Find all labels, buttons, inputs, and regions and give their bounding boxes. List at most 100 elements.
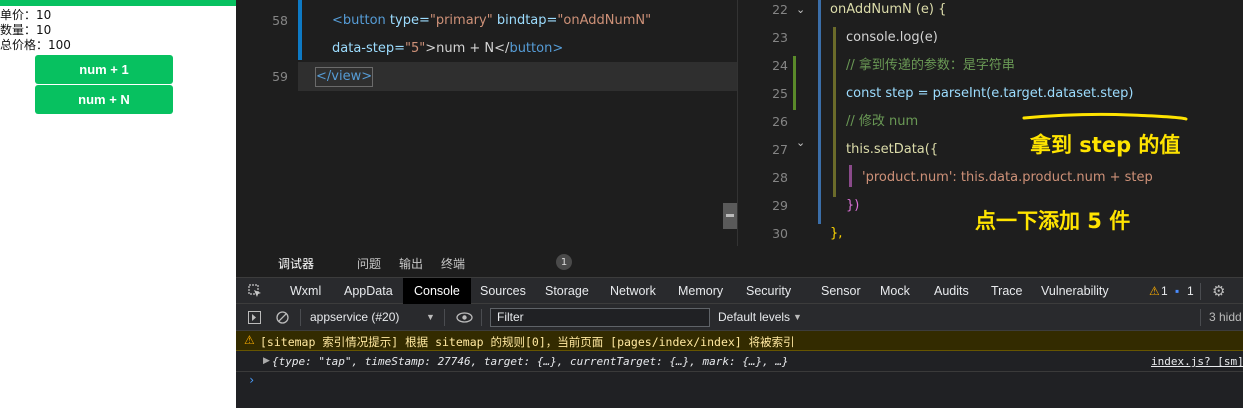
log-levels-select[interactable]: Default levels [718, 310, 790, 324]
tab-output[interactable]: 输出 [399, 255, 423, 272]
code-line[interactable]: onAddNumN (e) { [830, 1, 946, 19]
gear-icon[interactable]: ⚙ [1212, 282, 1225, 300]
tab-storage[interactable]: Storage [534, 278, 600, 304]
info-count: 1 [1187, 284, 1194, 298]
wxml-editor[interactable] [236, 0, 737, 246]
code-line[interactable]: }) [846, 197, 859, 215]
tab-mock[interactable]: Mock [869, 278, 921, 304]
tab-sensor[interactable]: Sensor [810, 278, 872, 304]
code-line[interactable]: console.log(e) [846, 29, 938, 47]
warning-icon[interactable]: ⚠ [1149, 284, 1160, 298]
indent-guide [818, 0, 821, 224]
annotation-add-five: 点一下添加 5 件 [975, 209, 1131, 233]
devtools-panel-tabs: Wxml AppData Console Sources Storage Net… [236, 278, 1243, 304]
tab-terminal[interactable]: 终端 [441, 255, 465, 272]
warning-count: 1 [1161, 284, 1168, 298]
quantity-text: 数量：10 [0, 23, 52, 37]
line-number: 22 [772, 2, 788, 17]
tab-network[interactable]: Network [599, 278, 667, 304]
indent-guide [298, 0, 302, 60]
hidden-count: 3 hidd [1209, 310, 1242, 324]
filter-input[interactable]: Filter [490, 308, 710, 327]
attr-token: data-step= [332, 41, 405, 56]
tab-issues[interactable]: 问题 [357, 255, 381, 272]
sidebar-toggle-icon[interactable] [248, 311, 261, 324]
divider [444, 309, 445, 326]
context-select[interactable]: appservice (#20) [310, 310, 399, 324]
tab-wxml[interactable]: Wxml [279, 278, 332, 304]
add-n-button[interactable]: num + N [35, 85, 173, 114]
attr-token: type= [385, 13, 430, 28]
code-line[interactable]: // 修改 num [846, 113, 918, 131]
console-toolbar: appservice (#20) ▼ Filter Default levels… [236, 304, 1243, 331]
line-number: 23 [772, 30, 788, 45]
tab-sources[interactable]: Sources [469, 278, 537, 304]
line-number: 58 [272, 13, 288, 28]
code-line[interactable]: }, [830, 225, 842, 243]
indent-guide [833, 27, 836, 197]
indent-guide [849, 165, 852, 187]
fold-chevron-icon[interactable]: ⌄ [796, 3, 805, 16]
editor-scrollbar[interactable] [723, 203, 737, 229]
code-line[interactable]: data-step="5">num + N</button> [332, 40, 563, 58]
code-line[interactable]: 'product.num': this.data.product.num + s… [862, 169, 1153, 187]
code-line[interactable]: // 拿到传递的参数：是字符串 [846, 57, 1015, 75]
highlight-underline [1022, 112, 1188, 121]
fold-chevron-icon[interactable]: ⌄ [796, 136, 805, 149]
string-token: "primary" [429, 13, 493, 28]
line-number: 26 [772, 114, 788, 129]
line-number: 28 [772, 170, 788, 185]
tab-memory[interactable]: Memory [667, 278, 734, 304]
warning-message: [sitemap 索引情况提示] 根据 sitemap 的规则[0]，当前页面 … [260, 335, 795, 349]
line-number: 24 [772, 58, 788, 73]
tag-token: <button [332, 13, 386, 28]
log-source-link[interactable]: index.js? [sm] [1151, 355, 1243, 368]
expand-triangle-icon[interactable]: ▶ [263, 356, 270, 366]
code-line[interactable]: <button type="primary" bindtap="onAddNum… [332, 12, 651, 30]
console-prompt[interactable]: › [248, 373, 255, 387]
debugger-badge: 1 [556, 254, 572, 270]
divider [1200, 309, 1201, 326]
attr-token: bindtap= [492, 13, 558, 28]
divider [1200, 283, 1201, 300]
tab-appdata[interactable]: AppData [333, 278, 404, 304]
console-warning-row[interactable]: ⚠ [sitemap 索引情况提示] 根据 sitemap 的规则[0]，当前页… [236, 331, 1243, 351]
tab-console[interactable]: Console [403, 278, 471, 304]
devtools-header: 调试器 1 问题 输出 终端 [236, 246, 1243, 278]
code-line[interactable]: </view> [314, 67, 374, 87]
string-token: "onAddNumN" [557, 13, 652, 28]
tab-audits[interactable]: Audits [923, 278, 980, 304]
change-marker [793, 56, 796, 110]
console-log-row[interactable]: ▶ {type: "tap", timeStamp: 27746, target… [236, 352, 1243, 372]
warning-icon: ⚠ [244, 333, 255, 347]
annotation-step-value: 拿到 step 的值 [1030, 133, 1181, 157]
line-number: 30 [772, 226, 788, 241]
line-number: 29 [772, 198, 788, 213]
chevron-down-icon[interactable]: ▼ [793, 312, 802, 322]
devtools-panel: 调试器 1 问题 输出 终端 Wxml AppData Console Sour… [236, 246, 1243, 408]
string-token: "5" [405, 41, 426, 56]
text-token: >num + N</ [425, 41, 510, 56]
eye-icon[interactable] [456, 312, 473, 323]
code-line[interactable]: const step = parseInt(e.target.dataset.s… [846, 85, 1133, 103]
tab-security[interactable]: Security [735, 278, 802, 304]
code-line[interactable]: this.setData({ [846, 141, 938, 159]
message-icon[interactable]: ▪ [1175, 284, 1179, 298]
tab-vulnerability[interactable]: Vulnerability [1030, 278, 1120, 304]
unit-price-text: 单价：10 [0, 8, 52, 22]
add-one-button[interactable]: num + 1 [35, 55, 173, 84]
divider [481, 309, 482, 326]
tag-token: </view> [316, 69, 373, 84]
chevron-down-icon[interactable]: ▼ [426, 312, 435, 322]
line-number: 25 [772, 86, 788, 101]
tab-trace[interactable]: Trace [980, 278, 1034, 304]
line-number: 59 [272, 69, 288, 84]
clear-console-icon[interactable] [276, 311, 289, 324]
inspect-element-icon[interactable] [248, 284, 262, 298]
simulator-panel: 单价：10 数量：10 总价格：100 num + 1 num + N [0, 0, 236, 408]
tab-debugger[interactable]: 调试器 [278, 255, 314, 272]
divider [300, 309, 301, 326]
tag-token: button> [509, 41, 564, 56]
log-message[interactable]: {type: "tap", timeStamp: 27746, target: … [272, 355, 789, 368]
simulator-top-bar [0, 0, 236, 6]
